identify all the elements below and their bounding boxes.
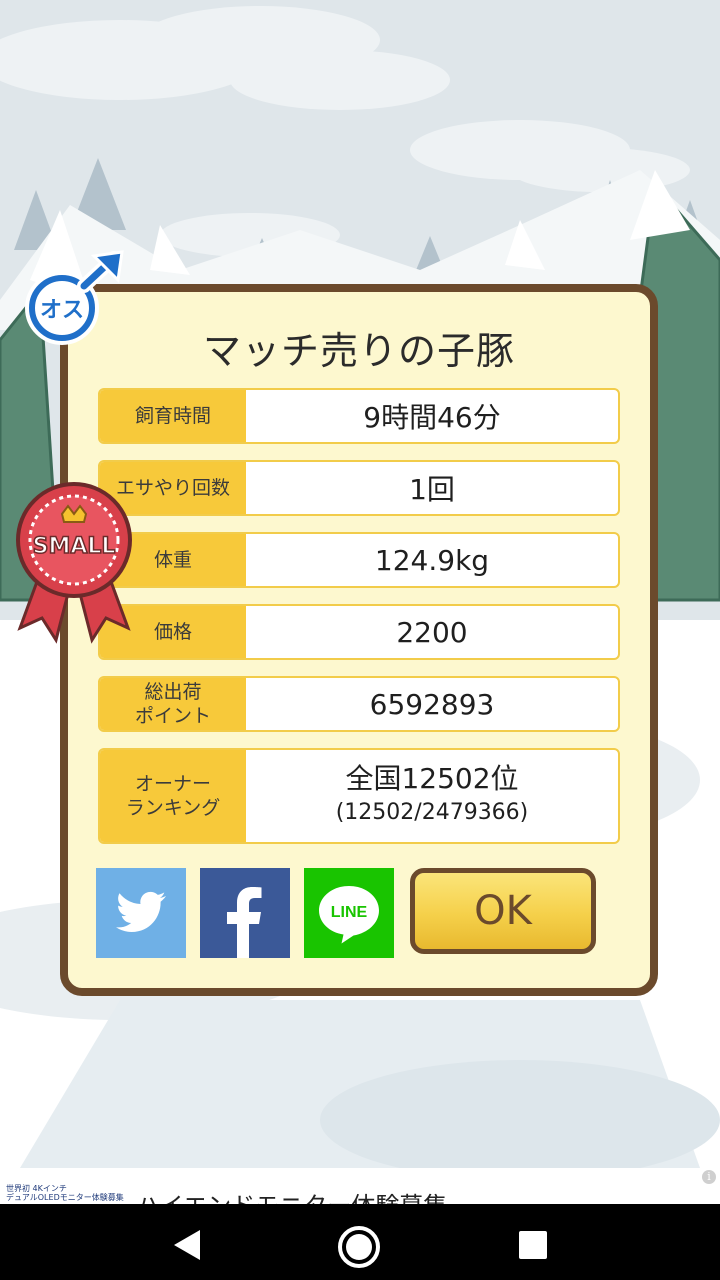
line-share-button[interactable]: LINE <box>304 868 394 958</box>
stat-label: 飼育時間 <box>100 390 246 442</box>
male-gender-badge: オス <box>25 250 124 345</box>
ranking-value: 全国12502位 (12502/2479366) <box>246 750 618 842</box>
system-navigation-bar <box>0 1204 720 1280</box>
stat-value: 124.9kg <box>374 543 490 577</box>
stat-value: 6592893 <box>369 687 495 721</box>
ranking-main: 全国12502位 <box>345 762 519 795</box>
home-icon[interactable] <box>336 1224 382 1270</box>
line-icon: LINE <box>319 886 379 944</box>
facebook-share-button[interactable] <box>200 868 290 958</box>
stat-row-owner-ranking: オーナー ランキング 全国12502位 (12502/2479366) <box>98 748 620 844</box>
ad-small-text: 世界初 4Kインチ デュアルOLEDモニター体験募集 <box>6 1184 124 1202</box>
gender-label: オス <box>40 298 84 323</box>
recents-icon[interactable] <box>518 1230 548 1260</box>
stat-row-weight: 体重 124.9kg <box>98 532 620 588</box>
size-ribbon-badge: SMALL <box>16 482 132 644</box>
ranking-detail: (12502/2479366) <box>335 800 529 825</box>
ad-banner[interactable]: 世界初 4Kインチ デュアルOLEDモニター体験募集 ハイエンドモニター体験募集… <box>0 1168 720 1204</box>
pig-result-dialog: マッチ売りの子豚 飼育時間 9時間46分 エサやり回数 1回 体重 124.9k… <box>60 284 658 996</box>
twitter-share-button[interactable] <box>96 868 186 958</box>
line-label: LINE <box>331 904 368 921</box>
stat-label: 総出荷 ポイント <box>100 678 246 730</box>
stat-row-feed-count: エサやり回数 1回 <box>98 460 620 516</box>
twitter-icon <box>116 891 166 932</box>
ad-info-icon[interactable]: i <box>702 1170 716 1184</box>
stat-value: 2200 <box>396 615 468 649</box>
back-icon[interactable] <box>170 1228 204 1262</box>
stat-row-total-points: 総出荷 ポイント 6592893 <box>98 676 620 732</box>
size-label: SMALL <box>33 534 116 559</box>
stat-value: 1回 <box>409 473 455 506</box>
ad-headline: ハイエンドモニター体験募集 <box>136 1186 447 1204</box>
pig-name-title: マッチ売りの子豚 <box>202 329 515 373</box>
stat-row-price: 価格 2200 <box>98 604 620 660</box>
stat-row-raising-time: 飼育時間 9時間46分 <box>98 388 620 444</box>
ok-button[interactable]: OK <box>410 868 596 954</box>
stat-value: 9時間46分 <box>363 401 501 434</box>
facebook-icon <box>227 887 262 958</box>
stat-label: オーナー ランキング <box>100 750 246 842</box>
